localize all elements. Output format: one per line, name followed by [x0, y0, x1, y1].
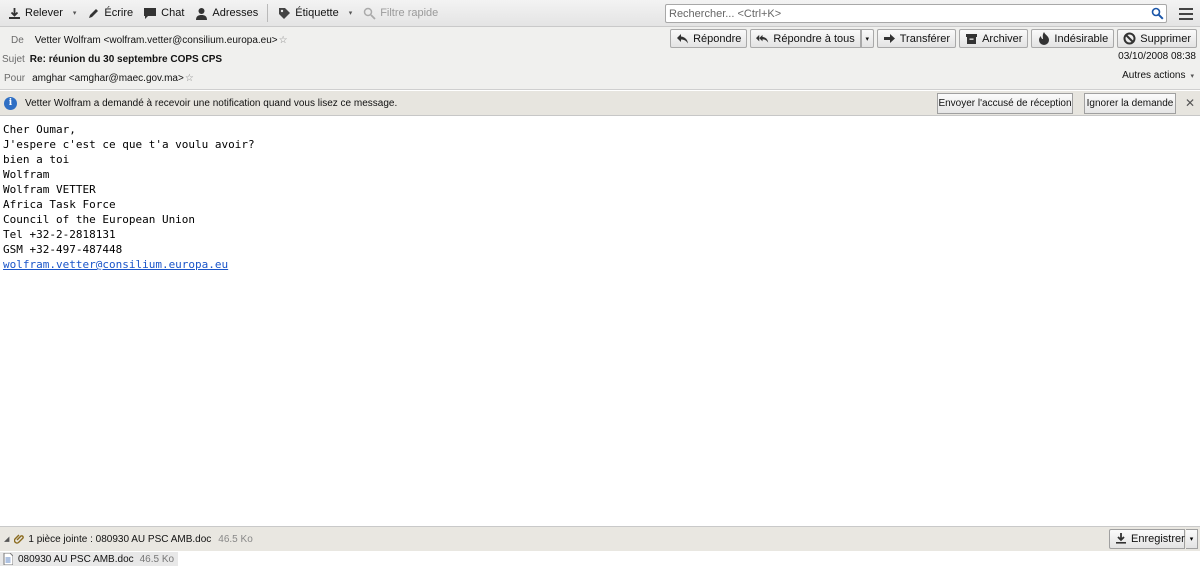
forward-arrow-icon	[883, 32, 896, 45]
to-label: Pour	[4, 72, 26, 84]
reply-all-label: Répondre à tous	[773, 32, 855, 45]
body-line: Africa Task Force	[3, 198, 116, 211]
quick-filter-label: Filtre rapide	[380, 7, 439, 19]
attachment-summary-size: 46.5 Ko	[218, 533, 253, 545]
collapse-triangle-icon[interactable]: ◢	[4, 535, 9, 543]
chat-button[interactable]: Chat	[138, 2, 189, 24]
tag-icon	[277, 6, 291, 20]
attachment-list: 080930 AU PSC AMB.doc 46.5 Ko	[0, 552, 1200, 566]
body-line: J'espere c'est ce que t'a voulu avoir?	[3, 138, 255, 151]
message-date: 03/10/2008 08:38	[1118, 51, 1196, 62]
person-icon	[194, 6, 208, 20]
attachment-name: 080930 AU PSC AMB.doc	[18, 553, 134, 565]
search-box	[665, 4, 1167, 23]
search-icon[interactable]	[1148, 5, 1166, 22]
tag-label: Étiquette	[295, 7, 339, 19]
toolbar-divider	[267, 4, 269, 22]
chevron-down-icon[interactable]: ▾	[73, 9, 77, 17]
body-line: Council of the European Union	[3, 213, 196, 226]
archive-box-icon	[965, 32, 978, 45]
attachment-summary[interactable]: 1 pièce jointe : 080930 AU PSC AMB.doc	[28, 534, 211, 545]
chevron-down-icon: ▾	[348, 10, 353, 17]
subject-value: Re: réunion du 30 septembre COPS CPS	[29, 53, 223, 65]
message-header: De Vetter Wolfram <wolfram.vetter@consil…	[0, 27, 1200, 90]
write-button[interactable]: Écrire	[81, 2, 138, 24]
body-line: GSM +32-497-487448	[3, 243, 123, 256]
filter-magnifier-icon	[362, 6, 376, 20]
email-link[interactable]: wolfram.vetter@consilium.europa.eu	[3, 258, 228, 271]
archive-button[interactable]: Archiver	[959, 29, 1029, 48]
document-icon	[3, 552, 14, 566]
header-actions: Répondre Répondre à tous ▾ Transférer Ar…	[670, 29, 1197, 48]
get-mail-button[interactable]: Relever ▾	[2, 2, 81, 24]
chat-bubble-icon	[143, 6, 157, 20]
download-icon	[7, 6, 21, 20]
pencil-icon	[86, 6, 100, 20]
body-line: Cher Oumar,	[3, 123, 76, 136]
attachment-item[interactable]: 080930 AU PSC AMB.doc 46.5 Ko	[0, 552, 179, 566]
delete-label: Supprimer	[1140, 32, 1191, 45]
chevron-down-icon: ▾	[1190, 72, 1194, 80]
read-receipt-notification: i Vetter Wolfram a demandé à recevoir un…	[0, 91, 1200, 116]
junk-label: Indésirable	[1054, 32, 1109, 45]
reply-all-button[interactable]: Répondre à tous	[750, 29, 861, 48]
forward-label: Transférer	[899, 32, 951, 45]
tag-button[interactable]: Étiquette ▾	[272, 2, 357, 24]
save-attachment-button[interactable]: Enregistrer	[1109, 529, 1185, 549]
reply-button[interactable]: Répondre	[670, 29, 748, 48]
info-icon: i	[4, 96, 17, 110]
body-line: bien a toi	[3, 153, 70, 166]
reply-arrow-icon	[676, 32, 689, 45]
more-actions-button[interactable]: Autres actions ▾	[1122, 70, 1194, 81]
to-value[interactable]: amghar <amghar@maec.gov.ma>	[32, 73, 184, 84]
notification-message: Vetter Wolfram a demandé à recevoir une …	[25, 97, 398, 109]
body-line: Tel +32-2-2818131	[3, 228, 116, 241]
subject-label: Sujet	[2, 53, 25, 65]
forward-button[interactable]: Transférer	[876, 29, 957, 48]
archive-label: Archiver	[982, 32, 1023, 45]
address-book-label: Adresses	[212, 7, 259, 19]
get-mail-label: Relever	[25, 7, 63, 19]
address-book-button[interactable]: Adresses	[189, 2, 263, 24]
save-dropdown[interactable]: ▾	[1186, 529, 1198, 549]
save-download-icon	[1115, 532, 1127, 547]
send-receipt-button[interactable]: Envoyer l'accusé de réception	[937, 93, 1073, 114]
from-label: De	[11, 34, 24, 46]
attachment-size: 46.5 Ko	[139, 553, 175, 565]
from-value[interactable]: Vetter Wolfram <wolfram.vetter@consilium…	[35, 35, 278, 46]
reply-all-icon	[756, 32, 769, 45]
message-body: Cher Oumar, J'espere c'est ce que t'a vo…	[3, 122, 255, 272]
main-toolbar: Relever ▾ Écrire Chat Adresses Étiquette…	[0, 0, 1200, 27]
write-label: Écrire	[104, 7, 134, 19]
delete-button[interactable]: Supprimer	[1117, 29, 1197, 48]
reply-label: Répondre	[693, 32, 742, 45]
star-icon[interactable]: ☆	[185, 73, 194, 84]
flame-icon	[1037, 32, 1050, 45]
paperclip-icon	[14, 533, 26, 545]
attachment-bar: ◢ 1 pièce jointe : 080930 AU PSC AMB.doc…	[0, 526, 1200, 551]
star-icon[interactable]: ☆	[279, 35, 288, 46]
chat-label: Chat	[161, 7, 185, 19]
junk-button[interactable]: Indésirable	[1031, 29, 1115, 48]
to-row: Pour amghar <amghar@maec.gov.ma> ☆	[4, 69, 194, 87]
body-line: Wolfram	[3, 168, 50, 181]
body-line: Wolfram VETTER	[3, 183, 96, 196]
prohibited-icon	[1123, 32, 1136, 45]
ignore-request-button[interactable]: Ignorer la demande	[1084, 93, 1176, 114]
save-label: Enregistrer	[1131, 533, 1185, 545]
hamburger-menu-icon[interactable]	[1176, 4, 1196, 23]
from-row: De Vetter Wolfram <wolfram.vetter@consil…	[11, 31, 288, 49]
reply-all-dropdown[interactable]: ▾	[860, 29, 874, 48]
quick-filter-button[interactable]: Filtre rapide	[357, 2, 443, 24]
close-icon[interactable]: ✕	[1185, 96, 1195, 110]
search-input[interactable]	[666, 5, 1148, 22]
subject-row: Sujet Re: réunion du 30 septembre COPS C…	[2, 50, 222, 68]
more-actions-label: Autres actions	[1122, 70, 1186, 81]
